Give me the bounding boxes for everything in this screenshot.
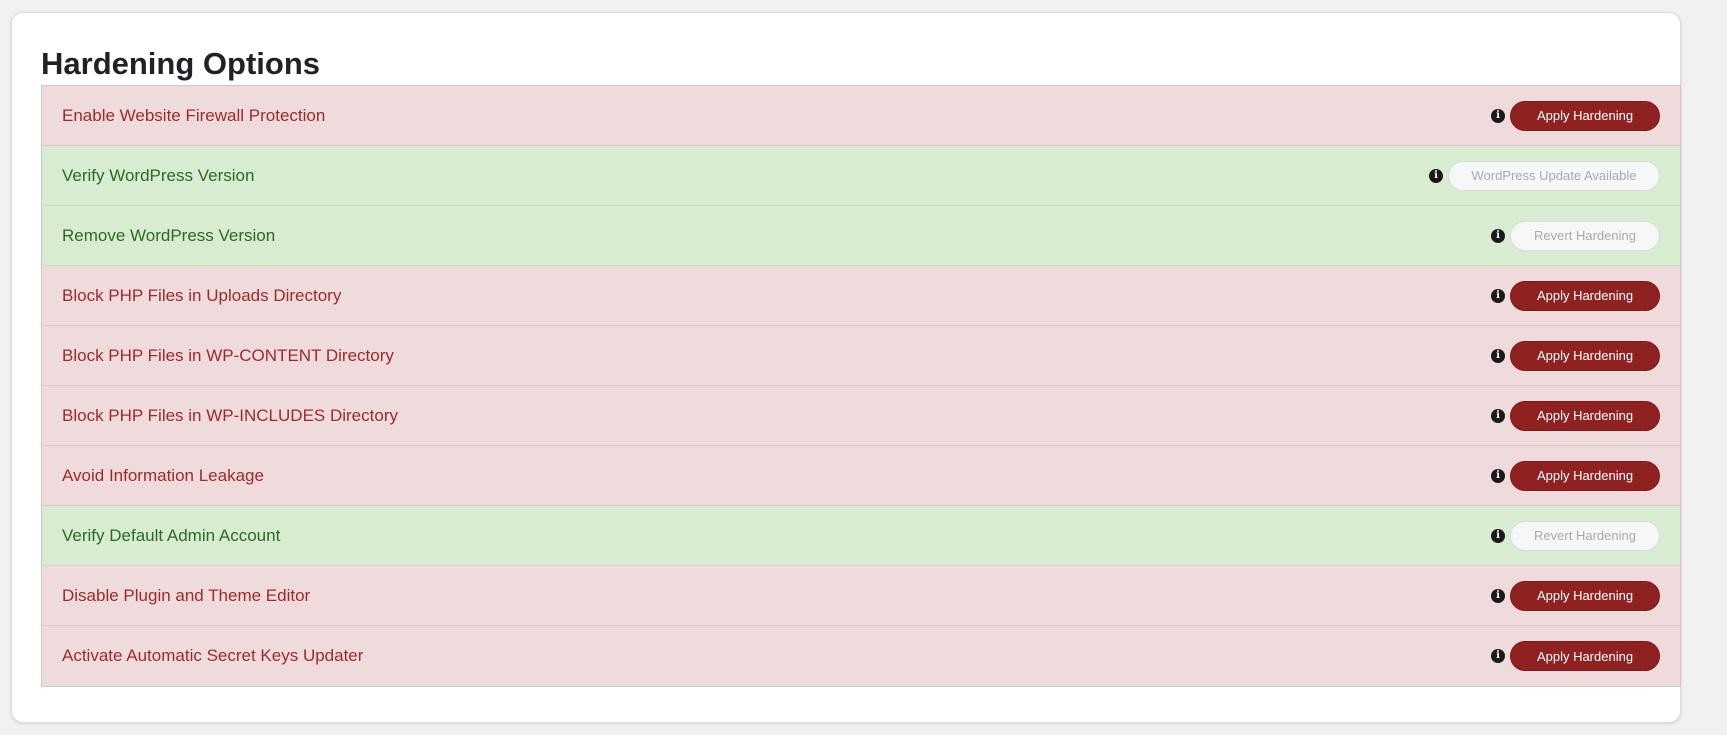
hardening-option-label: Activate Automatic Secret Keys Updater xyxy=(62,646,364,665)
hardening-option-label: Verify WordPress Version xyxy=(62,165,255,185)
apply-hardening-button[interactable]: Apply Hardening xyxy=(1510,100,1660,131)
hardening-option-actions: i Apply Hardening xyxy=(1491,460,1660,491)
hardening-option-row: Block PHP Files in WP-CONTENT Directory i… xyxy=(42,326,1680,386)
hardening-option-actions: i Apply Hardening xyxy=(1491,280,1660,311)
info-icon[interactable]: i xyxy=(1491,288,1505,303)
hardening-option-actions: i Revert Hardening xyxy=(1491,520,1660,551)
info-icon[interactable]: i xyxy=(1429,168,1443,183)
hardening-option-actions: i Apply Hardening xyxy=(1491,641,1660,671)
hardening-option-row: Disable Plugin and Theme Editor i Apply Ha… xyxy=(42,566,1680,626)
hardening-option-label: Block PHP Files in WP-INCLUDES Directory xyxy=(62,405,398,425)
hardening-option-actions: i Apply Hardening xyxy=(1491,400,1660,431)
apply-hardening-button[interactable]: Apply Hardening xyxy=(1510,400,1660,431)
apply-hardening-button[interactable]: Apply Hardening xyxy=(1510,580,1660,611)
hardening-option-label: Disable Plugin and Theme Editor xyxy=(62,585,311,605)
hardening-option-label: Block PHP Files in WP-CONTENT Directory xyxy=(62,345,394,365)
hardening-option-label: Block PHP Files in Uploads Directory xyxy=(62,285,342,305)
hardening-option-row: Remove WordPress Version i Revert Hardenin… xyxy=(42,206,1680,266)
hardening-option-row: Block PHP Files in Uploads Directory i App… xyxy=(42,266,1680,326)
hardening-option-row: Enable Website Firewall Protection i Apply… xyxy=(42,86,1680,146)
wordpress-update-button[interactable]: WordPress Update Available xyxy=(1448,160,1660,191)
hardening-option-row: Activate Automatic Secret Keys Updater i A… xyxy=(42,626,1680,686)
info-icon[interactable]: i xyxy=(1491,108,1505,123)
hardening-option-actions: i Revert Hardening xyxy=(1491,220,1660,251)
revert-hardening-button[interactable]: Revert Hardening xyxy=(1510,520,1660,551)
apply-hardening-button[interactable]: Apply Hardening xyxy=(1510,340,1660,371)
hardening-option-label: Verify Default Admin Account xyxy=(62,525,281,545)
apply-hardening-button[interactable]: Apply Hardening xyxy=(1510,280,1660,311)
info-icon[interactable]: i xyxy=(1491,649,1505,663)
hardening-option-row: Block PHP Files in WP-INCLUDES Directory… xyxy=(42,386,1680,446)
info-icon[interactable]: i xyxy=(1491,228,1505,243)
apply-hardening-button[interactable]: Apply Hardening xyxy=(1510,460,1660,491)
hardening-option-row: Verify Default Admin Account i Revert Hard… xyxy=(42,506,1680,566)
hardening-option-actions: i Apply Hardening xyxy=(1491,100,1660,131)
info-icon[interactable]: i xyxy=(1491,528,1505,543)
hardening-option-label: Remove WordPress Version xyxy=(62,225,276,245)
hardening-option-label: Enable Website Firewall Protection xyxy=(62,105,326,125)
hardening-option-row: Avoid Information Leakage i Apply Hardenin… xyxy=(42,446,1680,506)
apply-hardening-button[interactable]: Apply Hardening xyxy=(1510,641,1660,671)
revert-hardening-button[interactable]: Revert Hardening xyxy=(1510,220,1660,251)
hardening-options-list: Enable Website Firewall Protection i Apply… xyxy=(41,85,1681,687)
hardening-option-actions: i Apply Hardening xyxy=(1491,340,1660,371)
info-icon[interactable]: i xyxy=(1491,408,1505,423)
hardening-option-actions: i WordPress Update Available xyxy=(1429,160,1660,191)
hardening-panel: Hardening Options Enable Website Firewal… xyxy=(11,12,1681,723)
hardening-option-row: Verify WordPress Version i WordPress Updat… xyxy=(42,146,1680,206)
info-icon[interactable]: i xyxy=(1491,468,1505,483)
info-icon[interactable]: i xyxy=(1491,348,1505,363)
hardening-option-label: Avoid Information Leakage xyxy=(62,465,264,485)
info-icon[interactable]: i xyxy=(1491,588,1505,603)
hardening-option-actions: i Apply Hardening xyxy=(1491,580,1660,611)
